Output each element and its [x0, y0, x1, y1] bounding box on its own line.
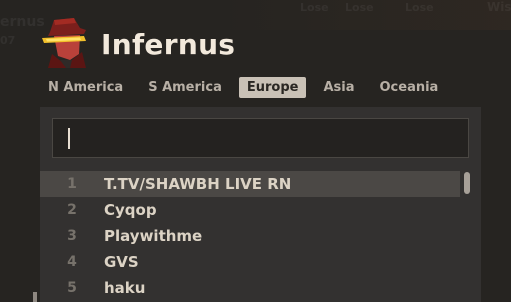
tab-n-america[interactable]: N America	[40, 77, 131, 98]
background-ghost-title: ernus	[0, 14, 45, 30]
tab-oceania[interactable]: Oceania	[372, 77, 447, 98]
hero-portrait-icon	[42, 18, 86, 68]
background-ghost-right-2: Lose	[345, 1, 374, 14]
list-item[interactable]: 4 GVS	[40, 249, 460, 275]
region-tabs: N America S America Europe Asia Oceania	[40, 75, 460, 99]
list-item[interactable]: 2 Cyqop	[40, 197, 460, 223]
rank-number: 5	[67, 280, 77, 296]
scrollbar-thumb[interactable]	[464, 172, 470, 194]
leaderboard-panel: 1 T.TV/SHAWBH LIVE RN 2 Cyqop 3 Playwith…	[40, 107, 481, 302]
tab-europe[interactable]: Europe	[238, 76, 307, 98]
leaderboard-list: 1 T.TV/SHAWBH LIVE RN 2 Cyqop 3 Playwith…	[40, 171, 460, 301]
list-item[interactable]: 3 Playwithme	[40, 223, 460, 249]
player-name: Playwithme	[104, 227, 203, 245]
scrollbar[interactable]	[463, 170, 472, 302]
player-name: GVS	[104, 253, 139, 271]
rank-number: 1	[67, 176, 77, 192]
player-name: Cyqop	[104, 201, 157, 219]
player-name: haku	[104, 279, 146, 297]
rank-number: 4	[67, 254, 77, 270]
background-ghost-right-4: Wis	[487, 0, 511, 14]
player-name: T.TV/SHAWBH LIVE RN	[104, 175, 292, 193]
search-input[interactable]	[52, 118, 469, 158]
background-ghost-sub: 07	[0, 34, 16, 47]
tab-s-america[interactable]: S America	[140, 77, 230, 98]
hero-header: Infernus	[40, 14, 340, 72]
list-item[interactable]: 1 T.TV/SHAWBH LIVE RN	[40, 171, 460, 197]
list-item[interactable]: 5 haku	[40, 275, 460, 301]
rank-number: 2	[67, 202, 77, 218]
text-caret	[68, 128, 70, 149]
left-scroll-indicator	[33, 292, 37, 302]
background-ghost-right-3: Lose	[405, 1, 434, 14]
background-ghost-right-1: Lose	[300, 1, 329, 14]
hero-name: Infernus	[101, 28, 236, 61]
rank-number: 3	[67, 228, 77, 244]
tab-asia[interactable]: Asia	[315, 77, 362, 98]
